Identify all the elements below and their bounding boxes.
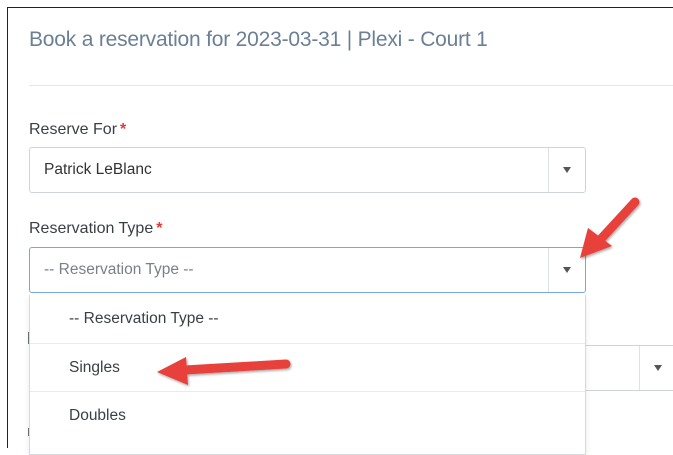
hidden-select[interactable]	[586, 345, 673, 391]
caret-down-icon	[563, 267, 571, 273]
reservation-type-options: -- Reservation Type -- Singles Doubles	[29, 295, 586, 455]
option-label: -- Reservation Type --	[69, 310, 219, 327]
reserve-for-value: Patrick LeBlanc	[44, 161, 152, 178]
hidden-select-dropdown-button[interactable]	[639, 346, 673, 390]
reservation-type-label: Reservation Type *	[29, 220, 162, 238]
caret-down-icon	[654, 365, 662, 371]
reserve-for-dropdown-button[interactable]	[548, 148, 585, 192]
header-divider	[29, 85, 673, 86]
option-label: Doubles	[69, 407, 126, 424]
reservation-type-value: -- Reservation Type --	[44, 261, 194, 278]
reserve-for-select[interactable]: Patrick LeBlanc	[29, 147, 586, 193]
reserve-for-label-text: Reserve For	[29, 121, 118, 138]
reservation-type-label-text: Reservation Type	[29, 220, 154, 237]
required-asterisk: *	[156, 220, 163, 237]
option-placeholder[interactable]: -- Reservation Type --	[30, 295, 585, 343]
reservation-type-dropdown-button[interactable]	[548, 248, 585, 292]
reserve-for-label: Reserve For *	[29, 121, 126, 139]
option-singles[interactable]: Singles	[30, 343, 585, 391]
page-title: Book a reservation for 2023-03-31 | Plex…	[29, 28, 488, 51]
reservation-type-select[interactable]: -- Reservation Type --	[29, 247, 586, 293]
option-label: Singles	[69, 359, 120, 376]
required-asterisk: *	[120, 121, 127, 138]
option-doubles[interactable]: Doubles	[30, 391, 585, 439]
caret-down-icon	[563, 167, 571, 173]
